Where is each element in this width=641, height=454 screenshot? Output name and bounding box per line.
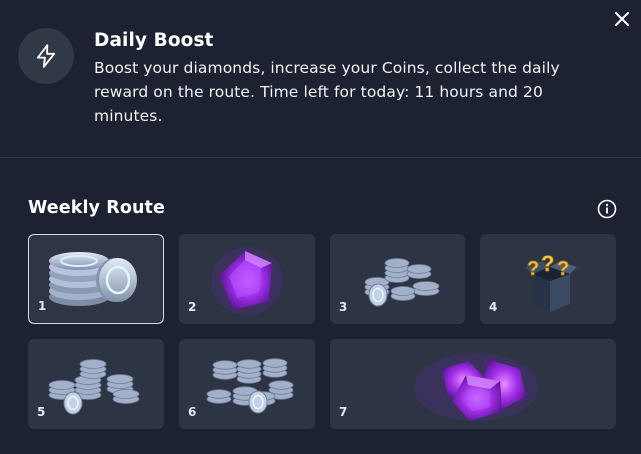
header-section: Daily Boost Boost your diamonds, increas… (0, 0, 641, 158)
route-day-3[interactable]: 3 (330, 234, 465, 324)
coin-pile-icon (364, 258, 440, 307)
lightning-icon (36, 44, 56, 68)
day-number: 5 (37, 405, 46, 419)
svg-text:?: ? (527, 258, 539, 280)
diamond-icon (211, 247, 283, 315)
route-day-1[interactable]: 1 (28, 234, 164, 324)
day-number: 6 (188, 405, 197, 419)
route-day-4[interactable]: ? ? ? 4 (480, 234, 616, 324)
boost-icon-badge (18, 28, 74, 84)
route-day-5[interactable]: 5 (28, 339, 164, 429)
svg-text:?: ? (557, 258, 569, 280)
dialog-description: Boost your diamonds, increase your Coins… (94, 59, 560, 125)
svg-text:?: ? (541, 251, 554, 276)
mystery-box-icon: ? ? ? (525, 251, 577, 312)
coin-pile-icon (206, 358, 294, 414)
route-day-7[interactable]: 7 (330, 339, 616, 429)
daily-boost-dialog: Daily Boost Boost your diamonds, increas… (0, 0, 641, 454)
section-title: Weekly Route (28, 198, 165, 218)
coin-stack-icon (49, 252, 137, 306)
info-icon[interactable] (597, 199, 617, 219)
dialog-title: Daily Boost (94, 30, 214, 51)
diamonds-icon (414, 353, 538, 421)
route-day-6[interactable]: 6 (179, 339, 315, 429)
day-number: 3 (339, 300, 348, 314)
route-day-2[interactable]: 2 (179, 234, 315, 324)
coin-pile-icon (48, 359, 140, 415)
day-number: 1 (38, 299, 47, 313)
day-number: 7 (339, 405, 348, 419)
day-number: 4 (489, 300, 498, 314)
day-number: 2 (188, 300, 197, 314)
